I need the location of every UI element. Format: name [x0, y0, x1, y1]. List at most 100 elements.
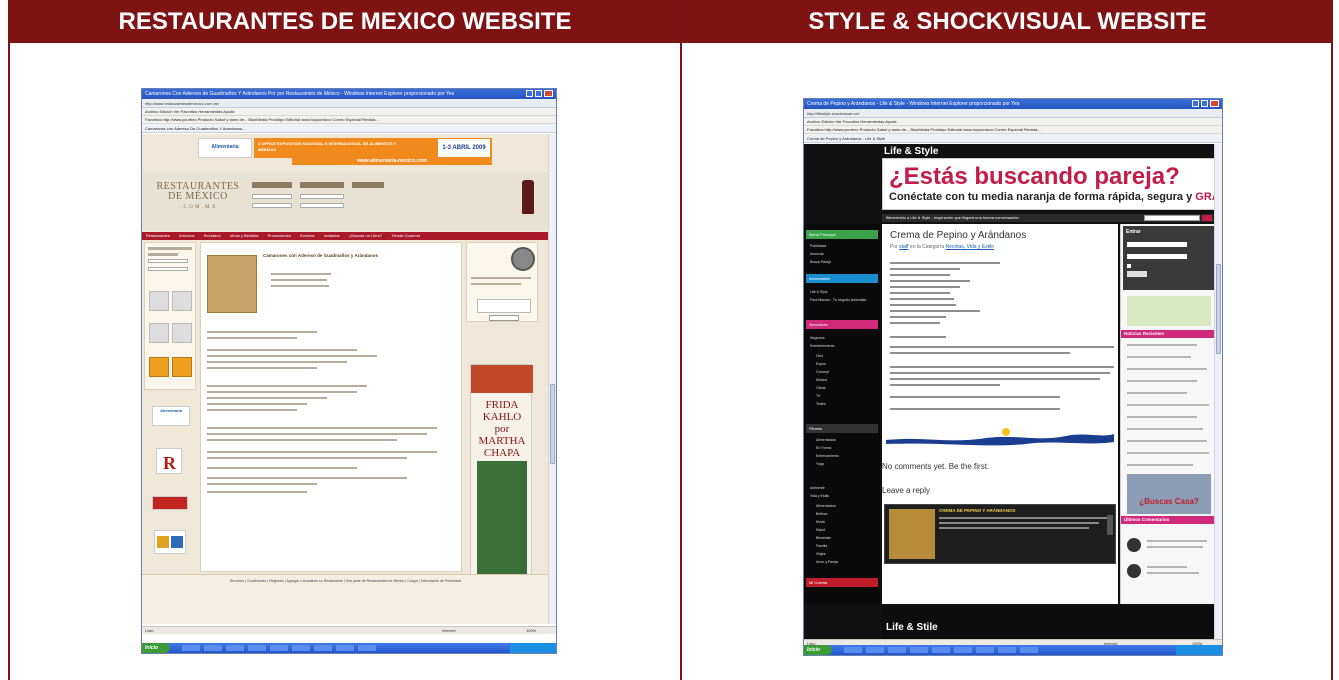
- nav-restaurantes[interactable]: Restaurantes: [146, 233, 170, 238]
- favorites-bar[interactable]: Favoritos http://www.yourfrec Producto S…: [804, 126, 1222, 134]
- taskbar-item[interactable]: [292, 645, 310, 651]
- right-ad-image[interactable]: [1127, 296, 1211, 326]
- sidebar-item-entrenamiento[interactable]: Entrenamiento: [816, 454, 839, 458]
- taskbar-item[interactable]: [314, 645, 332, 651]
- taskbar-item[interactable]: [910, 647, 928, 653]
- remember-checkbox[interactable]: [1127, 264, 1131, 268]
- sidebar-item-tv[interactable]: TV: [816, 394, 820, 398]
- maximize-icon[interactable]: [1201, 100, 1208, 107]
- sidebar-icon-5[interactable]: [149, 357, 169, 377]
- sidebar-item-publicidad[interactable]: Publicidad: [810, 244, 826, 248]
- sidebar-item-anunciar[interactable]: Anunciar: [810, 252, 824, 256]
- close-icon[interactable]: [544, 90, 553, 97]
- sidebar-item-concept[interactable]: Concept: [816, 370, 829, 374]
- scrollbar-thumb[interactable]: [550, 384, 555, 464]
- sidebar-item-expos[interactable]: Expos: [816, 362, 826, 366]
- side-ad-r-logo[interactable]: R: [156, 448, 182, 474]
- page-scrollbar[interactable]: [1214, 144, 1222, 639]
- sidebar-icon-3[interactable]: [149, 323, 169, 343]
- filter-field-2[interactable]: [300, 194, 344, 199]
- login-field[interactable]: [148, 259, 188, 263]
- sidebar-item-ambiente[interactable]: Ambiente: [810, 486, 825, 490]
- sidebar-item-alimentacion-2[interactable]: Alimentación: [816, 504, 836, 508]
- sidebar-icon-4[interactable]: [172, 323, 192, 343]
- taskbar-item[interactable]: [270, 645, 288, 651]
- sidebar-item-viajes[interactable]: Viajes: [816, 552, 825, 556]
- nav-eventos[interactable]: Eventos: [300, 233, 314, 238]
- search-select-3[interactable]: [352, 182, 384, 188]
- taskbar-item[interactable]: [182, 645, 200, 651]
- sidebar-item-bienestar[interactable]: Bienestar: [816, 536, 831, 540]
- maximize-icon[interactable]: [535, 90, 542, 97]
- address-bar[interactable]: http://www.restaurantesdemexico.com.mx: [142, 99, 556, 108]
- nav-promociones[interactable]: Promociones: [268, 233, 291, 238]
- filter-field-3[interactable]: [252, 203, 292, 208]
- ad-url[interactable]: www.alimentaria-mexico.com: [292, 158, 492, 165]
- sidebar-item-salud[interactable]: Salud: [816, 528, 825, 532]
- related-post-box[interactable]: CREMA DE PEPINO Y ARÁNDANOS: [884, 504, 1116, 564]
- taskbar-item[interactable]: [866, 647, 884, 653]
- dating-ad-banner[interactable]: ¿Estás buscando pareja? Conéctate con tu…: [882, 158, 1222, 210]
- nav-vinos[interactable]: Vinos y Bebidas: [230, 233, 259, 238]
- taskbar-item[interactable]: [226, 645, 244, 651]
- sidebar-item-moda[interactable]: Moda: [816, 520, 825, 524]
- close-icon[interactable]: [1210, 100, 1219, 107]
- post-category-link[interactable]: Recetas, Vida y Estilo: [946, 244, 995, 250]
- menu-bar[interactable]: Archivo Edición Ver Favoritos Herramient…: [142, 108, 556, 116]
- sidebar-icon-6[interactable]: [172, 357, 192, 377]
- taskbar-item[interactable]: [358, 645, 376, 651]
- sidebar-item-yoga[interactable]: Yoga: [816, 462, 824, 466]
- taskbar-item[interactable]: [248, 645, 266, 651]
- side-ad-red[interactable]: [152, 496, 188, 510]
- page-scrollbar[interactable]: [548, 134, 556, 624]
- sidebar-item-entretenimiento[interactable]: Entretenimiento: [810, 344, 835, 348]
- search-select-1[interactable]: [252, 182, 292, 188]
- sidebar-item-obras[interactable]: Obras: [816, 386, 826, 390]
- taskbar-item[interactable]: [932, 647, 950, 653]
- filter-field-4[interactable]: [300, 203, 344, 208]
- vote-button[interactable]: [489, 315, 519, 321]
- search-select-2[interactable]: [300, 182, 344, 188]
- sidebar-item-busca-pareja[interactable]: Busca Pareja: [810, 260, 831, 264]
- password-field[interactable]: [148, 267, 188, 271]
- start-button[interactable]: Inicio: [804, 645, 832, 655]
- zoom-level[interactable]: 100%: [526, 627, 536, 635]
- nav-recetario[interactable]: Recetario: [204, 233, 221, 238]
- filter-field-1[interactable]: [252, 194, 292, 199]
- sidebar-item-teatro[interactable]: Teatro: [816, 402, 826, 406]
- footer-links[interactable]: Servicios | Condiciones | Regiones | Agr…: [142, 575, 549, 583]
- side-ad-alimentaria[interactable]: Alimentaria: [152, 406, 190, 426]
- scrollbar-thumb[interactable]: [1216, 264, 1221, 354]
- post-title[interactable]: Crema de Pepino y Arándanos: [890, 230, 1026, 241]
- sidebar-item-belleza[interactable]: Belleza: [816, 512, 827, 516]
- taskbar-item[interactable]: [844, 647, 862, 653]
- nav-articulos[interactable]: Artículos: [179, 233, 195, 238]
- post-author-link[interactable]: staff: [899, 244, 908, 250]
- sidebar-item-musica[interactable]: Música: [816, 378, 827, 382]
- taskbar-item[interactable]: [204, 645, 222, 651]
- menu-bar[interactable]: Archivo Edición Ver Favoritos Herramient…: [804, 118, 1222, 126]
- nav-tienda[interactable]: Tienda Gourmet: [391, 233, 420, 238]
- sidebar-item-negocios[interactable]: Negocios: [810, 336, 825, 340]
- sidebar-item-familia[interactable]: Familia: [816, 544, 827, 548]
- minimize-icon[interactable]: [526, 90, 533, 97]
- browser-tab[interactable]: Camarones con Adereso De Guadmaños Y Ara…: [142, 124, 556, 133]
- address-bar[interactable]: http://lifestyle.shockvisual.net: [804, 109, 1222, 118]
- taskbar-item[interactable]: [998, 647, 1016, 653]
- comment-textarea[interactable]: [477, 299, 531, 313]
- sidebar-item-vida-estilo[interactable]: Vida y Estilo: [810, 494, 829, 498]
- sidebar-item-alimentacion[interactable]: Alimentación: [816, 438, 836, 442]
- sidebar-account-header[interactable]: Mi Cuenta: [806, 578, 878, 587]
- username-field[interactable]: [1127, 242, 1187, 247]
- nav-libro[interactable]: ¿Buscas un Libro?: [349, 233, 382, 238]
- taskbar-item[interactable]: [1020, 647, 1038, 653]
- taskbar-item[interactable]: [888, 647, 906, 653]
- search-button[interactable]: [1202, 215, 1212, 221]
- alimentaria-logo[interactable]: Alimentaria: [198, 138, 252, 158]
- sidebar-item-amor[interactable]: Amor y Pareja: [816, 560, 838, 564]
- start-button[interactable]: Inicio: [142, 643, 170, 653]
- sidebar-item-cine[interactable]: Cine: [816, 354, 823, 358]
- sidebar-item-para-marcas[interactable]: Para Marcas - Tu negocio Anúnciate: [810, 298, 866, 302]
- browser-tab[interactable]: Crema de Pepino y Arándanos - Life & Sty…: [804, 134, 1222, 143]
- taskbar-item[interactable]: [336, 645, 354, 651]
